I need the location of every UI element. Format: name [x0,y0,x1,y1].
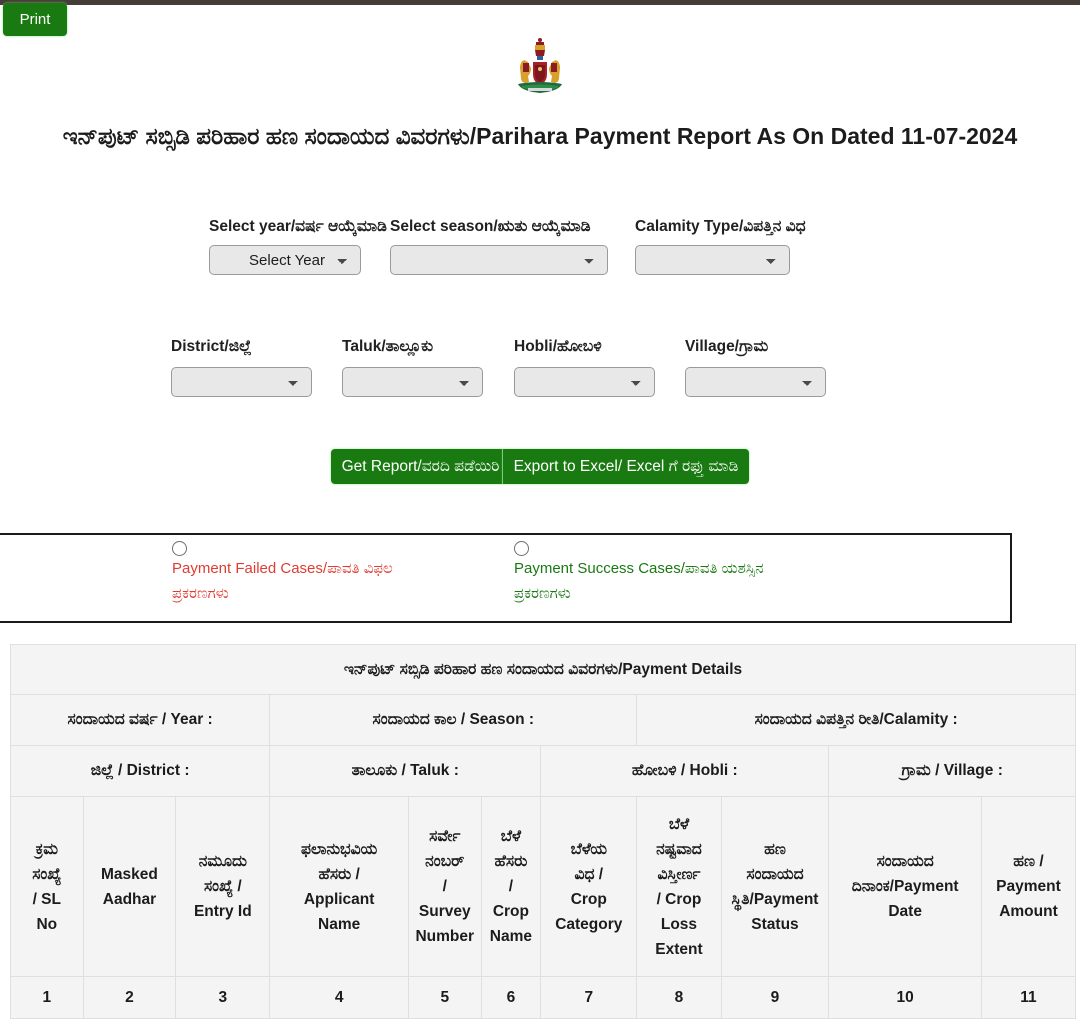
radio-payment-success-input[interactable] [514,541,529,556]
table-column-number-row: 1 2 3 4 5 6 7 8 9 10 11 [10,976,1077,1019]
table-title-row: ಇನ್‌ಪುಟ್ ಸಬ್ಸಿಡಿ ಪರಿಹಾರ ಹಣ ಸಂದಾಯದ ವಿವರಗಳ… [10,644,1076,695]
table-title: ಇನ್‌ಪುಟ್ ಸಬ್ಸಿಡಿ ಪರಿಹಾರ ಹಣ ಸಂದಾಯದ ವಿವರಗಳ… [10,644,1076,695]
field-village-label: Village/ಗ್ರಾಮ [685,338,769,355]
field-district-label: District/ಜಿಲ್ಲೆ [171,338,252,355]
column-header-payment-status: ಹಣ ಸಂದಾಯದ ಸ್ಥಿತಿ/Payment Status [720,796,830,977]
column-number: 11 [980,976,1077,1019]
meta-season: ಸಂದಾಯದ ಕಾಲ / Season : [269,694,638,746]
year-select[interactable]: Select Year [209,245,361,275]
column-header-payment-date: ಸಂದಾಯದ ದಿನಾಂಕ/Payment Date [828,796,982,977]
field-season-label: Select season/ಋತು ಆಯ್ಕೆಮಾಡಿ [390,218,591,235]
field-hobli-label: Hobli/ಹೋಬಳಿ [514,338,602,355]
column-header-survey-number: ಸರ್ವೇ ನಂಬರ್ / Survey Number [407,796,482,977]
export-to-excel-button[interactable]: Export to Excel/ Excel ಗೆ ರಫ್ತು ಮಾಡಿ [502,449,750,484]
field-year: Select year/ವರ್ಷ ಆಯ್ಕೆಮಾಡಿ Select Year [209,215,387,275]
column-number: 7 [540,976,638,1019]
field-calamity: Calamity Type/ವಿಪತ್ತಿನ ವಿಧ [635,215,806,275]
hobli-select[interactable] [514,367,655,397]
meta-taluk: ತಾಲೂಕು / Taluk : [269,745,542,797]
table-meta-row-2: ಜಿಲ್ಲೆ / District : ತಾಲೂಕು / Taluk : ಹೋಬ… [9,745,1076,797]
column-number: 9 [720,976,830,1019]
field-taluk-label: Taluk/ತಾಲ್ಲೂಕು [342,338,434,355]
column-header-entry-id: ನಮೂದು ಸಂಖ್ಯೆ / Entry Id [175,796,271,977]
payment-details-table-wrapper: ಇನ್‌ಪುಟ್ ಸಬ್ಸಿಡಿ ಪರಿಹಾರ ಹಣ ಸಂದಾಯದ ವಿವರಗಳ… [9,644,1077,1019]
column-header-crop-category: ಬೆಳೆಯ ವಿಧ / Crop Category [540,796,638,977]
radio-payment-failed-input[interactable] [172,541,187,556]
calamity-select[interactable] [635,245,790,275]
meta-year: ಸಂದಾಯದ ವರ್ಷ / Year : [9,694,271,746]
field-taluk: Taluk/ತಾಲ್ಲೂಕು [342,335,483,397]
column-number: 10 [828,976,982,1019]
action-button-group: Get Report/ವರದಿ ಪಡೆಯಿರಿ Export to Excel/… [0,449,1080,484]
column-header-payment-amount: ಹಣ / Payment Amount [980,796,1077,977]
table-meta-row-1: ಸಂದಾಯದ ವರ್ಷ / Year : ಸಂದಾಯದ ಕಾಲ / Season… [9,694,1076,746]
radio-payment-failed[interactable]: Payment Failed Cases/ಪಾವತಿ ವಿಫಲ ಪ್ರಕರಣಗಳ… [172,541,393,606]
radio-payment-success[interactable]: Payment Success Cases/ಪಾವತಿ ಯಶಸ್ಸಿನ ಪ್ರಕ… [514,541,764,606]
column-number: 2 [82,976,177,1019]
column-number: 4 [269,976,409,1019]
radio-payment-failed-label: Payment Failed Cases/ಪಾವತಿ ವಿಫಲ ಪ್ರಕರಣಗಳ… [172,560,393,602]
district-select[interactable] [171,367,312,397]
field-year-label: Select year/ವರ್ಷ ಆಯ್ಕೆಮಾಡಿ [209,218,387,235]
field-village: Village/ಗ್ರಾಮ [685,335,826,397]
taluk-select[interactable] [342,367,483,397]
meta-calamity: ಸಂದಾಯದ ವಿಪತ್ತಿನ ರೀತಿ/Calamity : [636,694,1076,746]
column-header-sl-no: ಕ್ರಮ ಸಂಖ್ಯೆ / SL No [10,796,84,977]
field-district: District/ಜಿಲ್ಲೆ [171,335,312,397]
meta-hobli: ಹೋಬಳಿ / Hobli : [540,745,830,797]
column-header-applicant-name: ಫಲಾನುಭವಿಯ ಹೆಸರು / Applicant Name [269,796,409,977]
field-hobli: Hobli/ಹೋಬಳಿ [514,335,655,397]
print-button[interactable]: Print [3,3,67,36]
column-header-crop-loss-extent: ಬೆಳೆ ನಷ್ಟವಾದ ವಿಸ್ತೀರ್ಣ / Crop Loss Exten… [636,796,722,977]
payment-details-table: ಇನ್‌ಪುಟ್ ಸಬ್ಸಿಡಿ ಪರಿಹಾರ ಹಣ ಸಂದಾಯದ ವಿವರಗಳ… [9,644,1077,1019]
season-select[interactable] [390,245,608,275]
filter-form: Select year/ವರ್ಷ ಆಯ್ಕೆಮಾಡಿ Select Year S… [0,205,1080,415]
emblem-container [0,36,1080,98]
column-header-masked-aadhar: Masked Aadhar [82,796,177,977]
meta-district: ಜಿಲ್ಲೆ / District : [9,745,271,797]
column-number: 8 [636,976,722,1019]
get-report-button[interactable]: Get Report/ವರದಿ ಪಡೆಯಿರಿ [330,449,503,484]
browser-top-bar [0,0,1080,5]
karnataka-state-emblem-icon [518,38,562,93]
column-number: 1 [10,976,84,1019]
radio-payment-success-label: Payment Success Cases/ಪಾವತಿ ಯಶಸ್ಸಿನ ಪ್ರಕ… [514,560,764,602]
filter-row-location: District/ಜಿಲ್ಲೆ Taluk/ತಾಲ್ಲೂಕು Hobli/ಹೋಬ… [0,335,1080,415]
report-page: Print ಇನ್‌ಪುಟ್ ಸಬ್ಸಿಡಿ ಪರಿಹಾರ ಹಣ ಸಂದಾಯದ … [0,0,1080,1020]
column-number: 6 [480,976,542,1019]
village-select[interactable] [685,367,826,397]
meta-village: ಗ್ರಾಮ / Village : [828,745,1076,797]
field-season: Select season/ಋತು ಆಯ್ಕೆಮಾಡಿ [390,215,608,275]
column-number: 5 [407,976,482,1019]
field-calamity-label: Calamity Type/ವಿಪತ್ತಿನ ವಿಧ [635,218,806,235]
page-title: ಇನ್‌ಪುಟ್ ಸಬ್ಸಿಡಿ ಪರಿಹಾರ ಹಣ ಸಂದಾಯದ ವಿವರಗಳ… [62,123,1018,149]
column-header-crop-name: ಬೆಳೆ ಹೆಸರು / Crop Name [480,796,542,977]
table-column-header-row: ಕ್ರಮ ಸಂಖ್ಯೆ / SL No Masked Aadhar ನಮೂದು … [10,796,1077,977]
column-number: 3 [175,976,271,1019]
case-type-filter-panel: Payment Failed Cases/ಪಾವತಿ ವಿಫಲ ಪ್ರಕರಣಗಳ… [0,533,1012,623]
filter-row-primary: Select year/ವರ್ಷ ಆಯ್ಕೆಮಾಡಿ Select Year S… [0,205,1080,335]
